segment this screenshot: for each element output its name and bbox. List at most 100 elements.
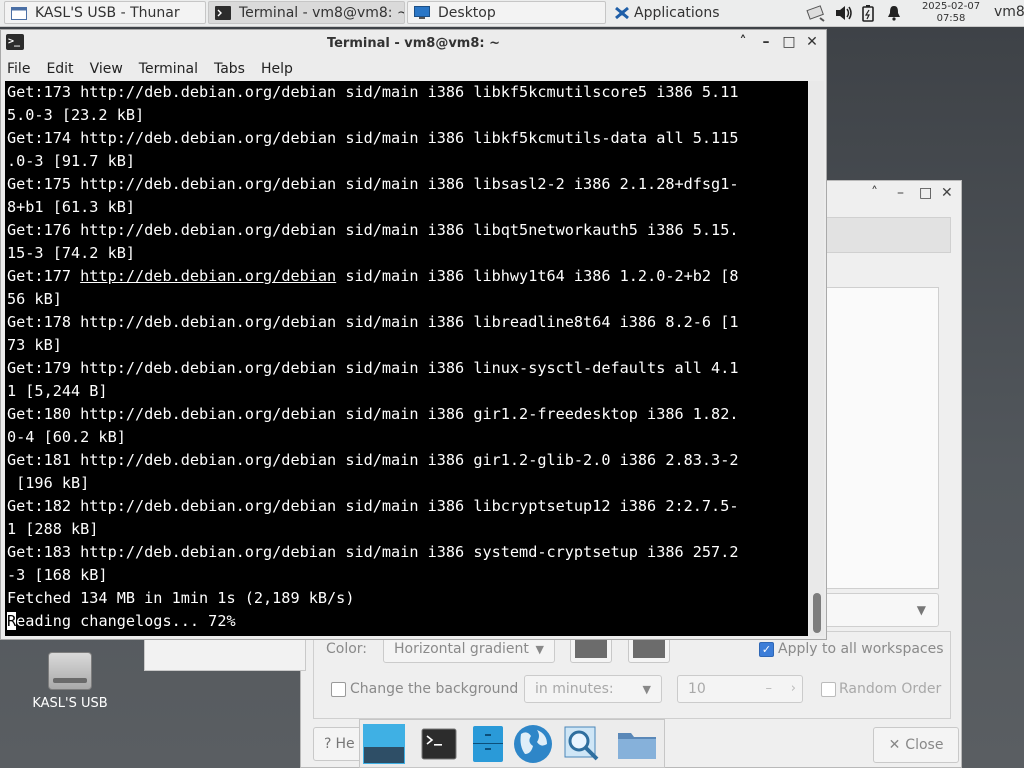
user-menu[interactable]: vm8 (994, 4, 1024, 20)
desktop-icon (414, 5, 430, 19)
top-panel: KASL'S USB - Thunar Terminal - vm8@vm8: … (0, 0, 1024, 27)
terminal-output[interactable]: Get:173 http://deb.debian.org/debian sid… (5, 81, 808, 636)
terminal-line: 5.0-3 [23.2 kB] (7, 106, 145, 124)
color-mode-value: Horizontal gradient (394, 641, 529, 657)
terminal-window: >_ Terminal - vm8@vm8: ~ ˄ – □ ✕ File Ed… (0, 29, 827, 640)
terminal-line: 56 kB] (7, 290, 62, 308)
volume-icon[interactable] (834, 4, 854, 22)
line-prefix: Get:177 (7, 267, 81, 285)
task-label: Desktop (438, 4, 496, 21)
dock-app-finder[interactable] (561, 724, 603, 764)
interval-spinbox[interactable]: 10 – › (677, 675, 803, 703)
folder-window-icon (11, 6, 27, 20)
increment-icon[interactable]: › (791, 681, 796, 696)
task-terminal[interactable]: Terminal - vm8@vm8: ~ (208, 1, 405, 24)
menubar: File Edit View Terminal Tabs Help (1, 58, 303, 80)
close-icon[interactable]: ✕ (805, 34, 819, 50)
menu-file[interactable]: File (1, 61, 36, 77)
change-background-label: Change the background (350, 681, 519, 697)
battery-icon[interactable] (860, 4, 876, 22)
terminal-icon (215, 5, 231, 20)
applications-label: Applications (634, 4, 720, 21)
clock-time: 07:58 (936, 13, 966, 24)
terminal-line: 8+b1 [61.3 kB] (7, 198, 136, 216)
restore-icon[interactable]: – (897, 185, 904, 201)
color-label: Color: (326, 641, 368, 657)
change-background-checkbox[interactable] (331, 682, 346, 697)
terminal-line: -3 [168 kB] (7, 566, 108, 584)
terminal-line: Get:176 http://deb.debian.org/debian sid… (7, 221, 739, 239)
terminal-line: Get:181 http://deb.debian.org/debian sid… (7, 451, 739, 469)
scrollbar-thumb[interactable] (813, 593, 821, 633)
hovered-link[interactable]: http://deb.debian.org/debian (80, 267, 336, 285)
dock-file-manager[interactable] (467, 724, 509, 764)
desktop-drive-icon[interactable]: KASL'S USB (20, 652, 120, 711)
terminal-line: 15-3 [74.2 kB] (7, 244, 136, 262)
decrement-icon[interactable]: – (766, 681, 773, 696)
shade-icon[interactable]: ˄ (736, 34, 750, 50)
terminal-line: Reading changelogs... 72% (5, 610, 808, 633)
menu-help[interactable]: Help (255, 61, 299, 77)
chevron-down-icon: ▼ (916, 603, 926, 617)
thunar-window-edge[interactable] (144, 636, 306, 671)
scrollbar[interactable] (809, 81, 824, 636)
terminal-line: Get:174 http://deb.debian.org/debian sid… (7, 129, 739, 147)
random-order-checkbox[interactable] (821, 682, 836, 697)
panel-clock[interactable]: 2025-02-07 07:58 (914, 0, 988, 27)
desktop-icon-label: KASL'S USB (32, 696, 108, 711)
line-suffix: sid/main i386 libhwy1t64 i386 1.2.0-2+b2… (336, 267, 739, 285)
usb-drive-icon (48, 652, 92, 690)
terminal-line: Get:175 http://deb.debian.org/debian sid… (7, 175, 739, 193)
terminal-icon (421, 728, 457, 760)
color1-swatch (575, 640, 607, 658)
apply-all-label: Apply to all workspaces (778, 641, 944, 657)
maximize-icon[interactable]: □ (782, 34, 796, 50)
network-icon[interactable] (806, 4, 826, 22)
terminal-line: [196 kB] (7, 474, 90, 492)
task-desktop[interactable]: Desktop (407, 1, 606, 24)
terminal-line: Get:178 http://deb.debian.org/debian sid… (7, 313, 739, 331)
system-tray (806, 0, 902, 26)
dock-folder[interactable] (616, 724, 658, 764)
maximize-icon[interactable]: □ (919, 185, 932, 201)
minimize-icon[interactable]: ˄ (871, 185, 878, 201)
notification-bell-icon[interactable] (886, 4, 902, 22)
close-icon[interactable]: ✕ (941, 185, 953, 201)
web-browser-icon (514, 725, 552, 763)
task-label: Terminal - vm8@vm8: ~ (239, 4, 405, 21)
menu-tabs[interactable]: Tabs (208, 61, 251, 77)
app-finder-icon (564, 726, 599, 761)
terminal-line: Get:182 http://deb.debian.org/debian sid… (7, 497, 739, 515)
terminal-line: 73 kB] (7, 336, 62, 354)
menu-edit[interactable]: Edit (40, 61, 79, 77)
text-cursor: R (7, 612, 17, 630)
dock-web-browser[interactable] (512, 724, 554, 764)
menu-view[interactable]: View (84, 61, 129, 77)
applications-menu-button[interactable]: Applications (608, 1, 804, 24)
menu-terminal[interactable]: Terminal (133, 61, 204, 77)
help-icon: ? (324, 736, 332, 752)
terminal-line: Get:173 http://deb.debian.org/debian sid… (7, 83, 739, 101)
random-order-label: Random Order (839, 681, 942, 697)
chevron-down-icon: ▼ (642, 683, 651, 696)
close-label: Close (905, 737, 944, 753)
help-label: He (335, 736, 355, 752)
interval-value: 10 (688, 681, 706, 697)
terminal-line: Get:179 http://deb.debian.org/debian sid… (7, 359, 739, 377)
task-thunar[interactable]: KASL'S USB - Thunar (4, 1, 206, 24)
interval-unit-value: in minutes: (535, 681, 614, 697)
task-label: KASL'S USB - Thunar (35, 4, 180, 21)
terminal-line: .0-3 [91.7 kB] (7, 152, 136, 170)
dock-terminal[interactable] (418, 724, 460, 764)
dock-show-desktop[interactable] (363, 724, 405, 764)
minimize-icon[interactable]: – (759, 34, 773, 50)
file-manager-icon (473, 726, 503, 762)
progress-text: eading changelogs... 72% (16, 612, 236, 630)
apply-all-checkbox[interactable]: ✓ (759, 642, 774, 657)
terminal-titlebar[interactable]: >_ Terminal - vm8@vm8: ~ ˄ – □ ✕ (1, 30, 826, 56)
close-button[interactable]: ✕ Close (873, 727, 959, 763)
terminal-line: 1 [5,244 B] (7, 382, 108, 400)
color2-swatch (633, 640, 665, 658)
terminal-line: Get:177 http://deb.debian.org/debian sid… (5, 265, 808, 288)
interval-unit-combo[interactable]: in minutes: ▼ (524, 675, 662, 703)
